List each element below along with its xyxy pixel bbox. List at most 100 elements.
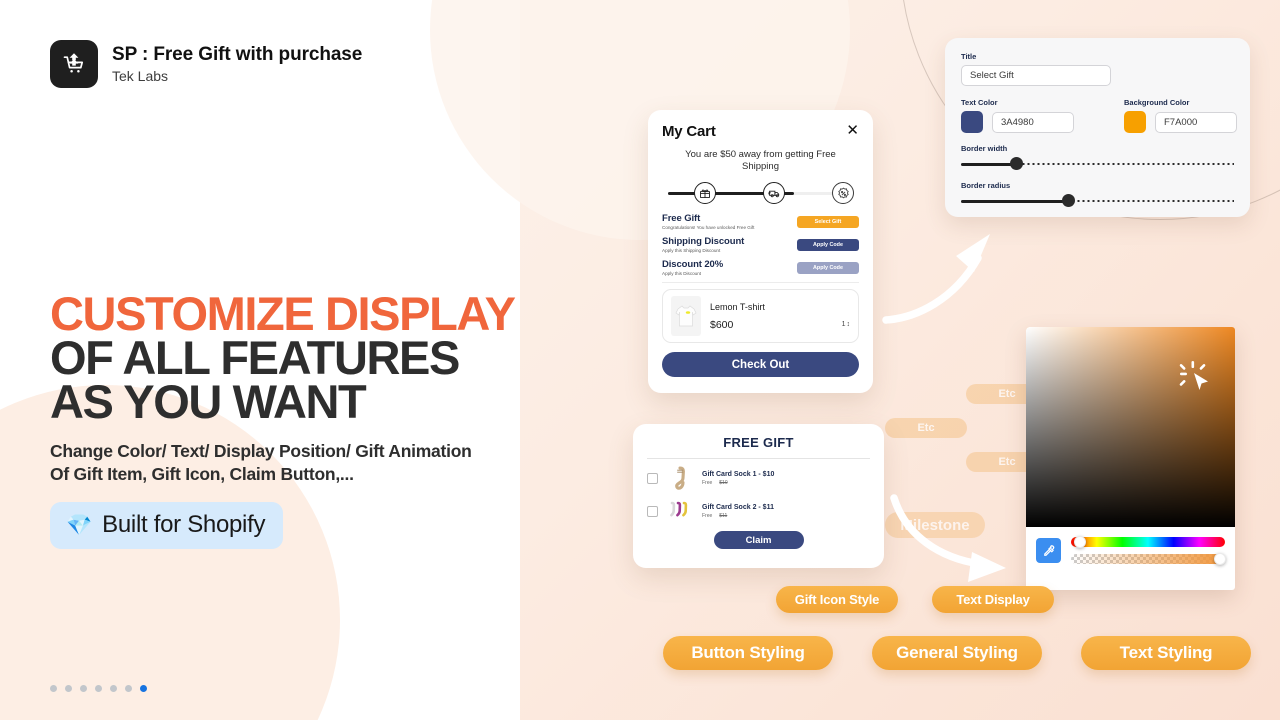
gift-info: Gift Card Sock 1 - $10 Free $10 xyxy=(702,471,774,486)
carousel-pagination[interactable] xyxy=(50,685,147,692)
cart-title: My Cart xyxy=(662,123,716,140)
text-color-swatch[interactable] xyxy=(961,111,983,133)
border-width-slider[interactable] xyxy=(961,157,1234,170)
text-color-group: Text Color 3A4980 xyxy=(961,98,1074,133)
cart-line-item: Lemon T-shirt $600 1 ↕ xyxy=(662,289,859,343)
gift-checkbox[interactable] xyxy=(647,472,658,484)
pagination-dot[interactable] xyxy=(50,685,57,692)
reward-text: Discount 20% Apply this Discount xyxy=(662,259,723,276)
hue-slider-handle[interactable] xyxy=(1074,536,1087,548)
background-color-hex-input[interactable]: F7A000 xyxy=(1155,111,1237,133)
background-color-label: Background Color xyxy=(1124,98,1190,107)
badge-label: Built for Shopify xyxy=(102,511,266,538)
faded-tag-milestone: Milestone xyxy=(885,512,985,538)
reward-title: Discount 20% xyxy=(662,259,724,270)
built-for-shopify-badge: 💎 Built for Shopify xyxy=(50,502,284,549)
reward-subtitle: Apply this Discount xyxy=(662,271,702,276)
hue-slider[interactable] xyxy=(1071,536,1225,548)
tag-gift-icon-style[interactable]: Gift Icon Style xyxy=(776,586,898,613)
pagination-dot[interactable] xyxy=(110,685,117,692)
discount-badge-icon[interactable] xyxy=(832,182,854,204)
background-blob-left xyxy=(0,385,340,720)
text-color-label: Text Color xyxy=(961,98,998,107)
border-width-block: Border width xyxy=(961,144,1234,170)
quantity-stepper[interactable]: 1 ↕ xyxy=(842,321,850,328)
pagination-dot[interactable] xyxy=(95,685,102,692)
subheadline-line-2: Of Gift Item, Gift Icon, Claim Button,..… xyxy=(50,464,354,484)
promo-banner: SP : Free Gift with purchase Tek Labs CU… xyxy=(0,0,1280,720)
gift-name: Gift Card Sock 1 - $10 xyxy=(702,470,775,478)
divider xyxy=(662,282,859,283)
gift-free-label: Free xyxy=(702,512,713,519)
colored-socks-thumbnail xyxy=(667,498,693,524)
headline-line-1: CUSTOMIZE DISPLAY xyxy=(50,287,516,340)
faded-tag-etc-2: Etc xyxy=(885,418,967,438)
tag-text-styling[interactable]: Text Styling xyxy=(1081,636,1251,670)
checkout-button[interactable]: Check Out xyxy=(662,352,859,377)
gift-price: Free $11 xyxy=(702,513,774,519)
eyedropper-icon[interactable] xyxy=(1036,538,1061,563)
pagination-dot[interactable] xyxy=(80,685,87,692)
gift-list-item: Gift Card Sock 2 - $11 Free $11 xyxy=(647,498,870,524)
text-color-hex-input[interactable]: 3A4980 xyxy=(992,111,1074,133)
product-price: $600 xyxy=(710,318,734,331)
border-radius-label: Border radius xyxy=(961,181,1011,190)
reward-row: Discount 20% Apply this Discount Apply C… xyxy=(662,259,859,276)
claim-button[interactable]: Claim xyxy=(713,531,804,549)
beige-sock-thumbnail xyxy=(667,465,693,491)
pagination-dot-active[interactable] xyxy=(140,685,147,692)
reward-text: Shipping Discount Apply this Shipping Di… xyxy=(662,236,744,253)
slider-handle[interactable] xyxy=(1010,157,1024,170)
app-header: SP : Free Gift with purchase Tek Labs xyxy=(50,40,362,88)
apply-code-button-discount[interactable]: Apply Code xyxy=(797,261,859,274)
reward-subtitle: Congratulations! You have unlocked Free … xyxy=(662,225,755,230)
tag-general-styling[interactable]: General Styling xyxy=(872,636,1042,670)
tag-text-display[interactable]: Text Display xyxy=(932,586,1054,613)
app-title: SP : Free Gift with purchase xyxy=(112,44,363,65)
styling-settings-panel: Title Select Gift Text Color 3A4980 Back… xyxy=(945,38,1250,217)
pagination-dot[interactable] xyxy=(125,685,132,692)
cart-drawer-mockup: My Cart ✕ You are $50 away from getting … xyxy=(648,110,873,393)
close-icon[interactable]: ✕ xyxy=(846,123,859,138)
product-bottom: $600 1 ↕ xyxy=(710,319,850,331)
gem-icon: 💎 xyxy=(66,513,93,537)
reward-text: Free Gift Congratulations! You have unlo… xyxy=(662,213,754,230)
select-gift-button[interactable]: Select Gift xyxy=(797,215,859,228)
reward-title: Shipping Discount xyxy=(662,236,745,247)
reward-row: Free Gift Congratulations! You have unlo… xyxy=(662,213,859,230)
page-subheadline: Change Color/ Text/ Display Position/ Gi… xyxy=(50,440,472,486)
gift-checkbox[interactable] xyxy=(647,505,658,517)
milestone-progress-bar xyxy=(662,181,859,205)
alpha-slider-handle[interactable] xyxy=(1214,553,1227,565)
slider-fill xyxy=(961,199,1071,203)
gift-list-item: Gift Card Sock 1 - $10 Free $10 xyxy=(647,465,870,491)
gift-original-price: $11 xyxy=(719,512,728,519)
color-fields-row: Text Color 3A4980 Background Color F7A00… xyxy=(961,98,1237,133)
border-width-label: Border width xyxy=(961,144,1008,153)
app-vendor: Tek Labs xyxy=(112,68,169,84)
border-radius-slider[interactable] xyxy=(961,194,1234,207)
click-cursor-icon xyxy=(1179,361,1208,390)
free-shipping-note: You are $50 away from getting Free Shipp… xyxy=(685,149,836,172)
chevron-updown-icon[interactable]: ↕ xyxy=(847,321,851,328)
rewards-list: Free Gift Congratulations! You have unlo… xyxy=(662,213,859,276)
gift-price: Free $10 xyxy=(702,480,774,486)
alpha-slider[interactable] xyxy=(1071,553,1227,565)
pagination-dot[interactable] xyxy=(65,685,72,692)
picker-sliders xyxy=(1071,536,1227,565)
gift-name: Gift Card Sock 2 - $11 xyxy=(702,503,774,511)
delivery-truck-icon[interactable] xyxy=(763,182,785,204)
background-color-swatch[interactable] xyxy=(1124,111,1146,133)
tag-button-styling[interactable]: Button Styling xyxy=(663,636,833,670)
saturation-value-area[interactable] xyxy=(1026,327,1235,527)
picker-controls xyxy=(1026,527,1235,574)
title-input[interactable]: Select Gift xyxy=(961,65,1111,86)
slider-handle[interactable] xyxy=(1062,194,1075,207)
gift-free-label: Free xyxy=(702,479,713,486)
apply-code-button-shipping[interactable]: Apply Code xyxy=(797,238,859,251)
gift-box-icon[interactable] xyxy=(694,182,716,204)
reward-subtitle: Apply this Shipping Discount xyxy=(662,248,721,253)
slider-fill xyxy=(961,162,1016,166)
shopping-cart-upload-icon xyxy=(50,40,98,88)
headline-line-2: OF ALL FEATURES xyxy=(50,331,460,384)
